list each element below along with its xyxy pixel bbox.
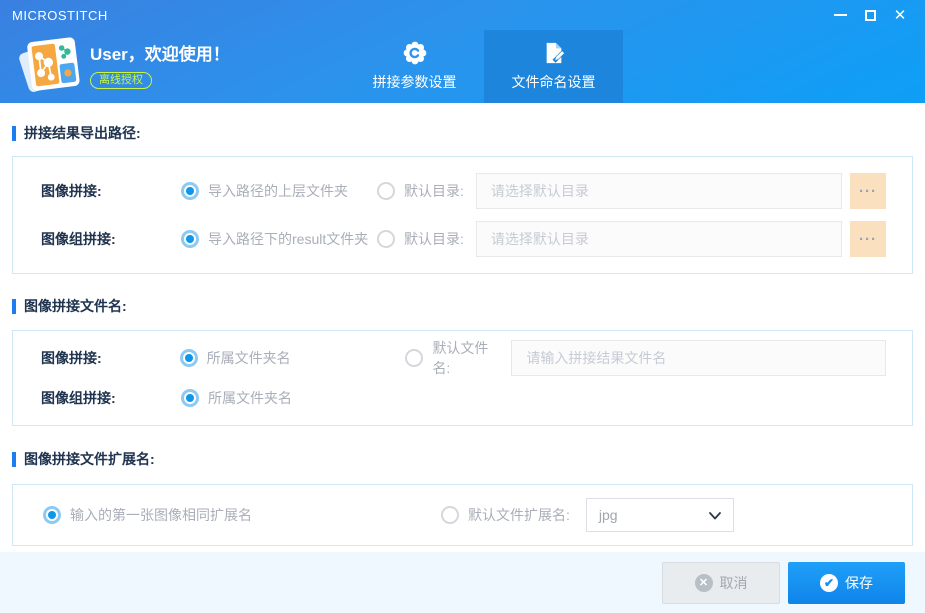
radio-label[interactable]: 所属文件夹名 (208, 388, 292, 408)
titlebar: MICROSTITCH ✕ (0, 0, 925, 30)
radio-default-dir[interactable] (377, 182, 395, 200)
section-title-export-path: 拼接结果导出路径: (12, 123, 913, 143)
option-folder-name: 所属文件夹名 (181, 388, 409, 408)
radio-result-folder[interactable] (181, 230, 199, 248)
cancel-button[interactable]: ✕ 取消 (662, 561, 780, 604)
cancel-x-icon: ✕ (694, 573, 713, 592)
option-default-extension: 默认文件扩展名: jpg (441, 498, 734, 532)
row-image-stitch-name: 图像拼接: 所属文件夹名 默认文件名: (41, 338, 886, 378)
option-upper-folder: 导入路径的上层文件夹 (181, 181, 377, 201)
browse-button[interactable]: ··· (850, 221, 886, 257)
panel-file-name: 图像拼接: 所属文件夹名 默认文件名: 图像组拼接: 所属文件夹名 (12, 330, 913, 426)
radio-label[interactable]: 输入的第一张图像相同扩展名 (70, 505, 252, 525)
save-label: 保存 (845, 574, 873, 591)
chevron-down-icon (708, 507, 721, 523)
window-controls: ✕ (825, 3, 915, 27)
minimize-icon (833, 14, 847, 16)
radio-label[interactable]: 默认文件名: (432, 338, 505, 378)
tab-bar: 拼接参数设置 文件命名设置 (345, 30, 623, 103)
row-label: 图像拼接: (41, 183, 102, 199)
section-title-file-name: 图像拼接文件名: (12, 296, 913, 316)
option-result-folder: 导入路径下的result文件夹 (181, 229, 377, 249)
top-blue-area: MICROSTITCH ✕ User，欢迎使用！ 离线授权 拼接参数设置 文件命… (0, 0, 925, 103)
section-bar (12, 298, 16, 314)
tab-label: 拼接参数设置 (372, 74, 457, 90)
radio-default-name[interactable] (405, 349, 424, 367)
panel-extension: 输入的第一张图像相同扩展名 默认文件扩展名: jpg (12, 484, 913, 546)
app-title: MICROSTITCH (12, 7, 108, 23)
default-name-input[interactable] (511, 340, 886, 376)
section-bar (12, 125, 16, 141)
welcome-text: User，欢迎使用！ (90, 45, 230, 64)
browse-button[interactable]: ··· (850, 173, 886, 209)
option-default-name: 默认文件名: (405, 338, 505, 378)
save-button[interactable]: ✔ 保存 (788, 561, 905, 604)
row-group-stitch-name: 图像组拼接: 所属文件夹名 (41, 378, 886, 418)
radio-label[interactable]: 导入路径的上层文件夹 (208, 181, 348, 201)
gear-icon (403, 41, 427, 65)
section-title-text: 图像拼接文件名: (24, 298, 127, 314)
section-title-text: 图像拼接文件扩展名: (24, 451, 155, 467)
option-same-extension: 输入的第一张图像相同扩展名 (43, 505, 441, 525)
app-window: MICROSTITCH ✕ User，欢迎使用！ 离线授权 拼接参数设置 文件命… (0, 0, 925, 613)
panel-export-path: 图像拼接: 导入路径的上层文件夹 默认目录: ··· 图像组拼接: 导入路径下的… (12, 156, 913, 274)
default-dir-input[interactable] (475, 221, 842, 257)
tab-label: 文件命名设置 (511, 74, 596, 90)
radio-default-dir[interactable] (377, 230, 395, 248)
maximize-button[interactable] (855, 3, 885, 27)
settings-content: 拼接结果导出路径: 图像拼接: 导入路径的上层文件夹 默认目录: ··· 图像组… (0, 123, 925, 546)
radio-folder-name-group[interactable] (181, 389, 199, 407)
radio-default-extension[interactable] (441, 506, 459, 524)
option-default-dir: 默认目录: (377, 229, 464, 249)
section-title-text: 拼接结果导出路径: (24, 125, 141, 141)
maximize-icon (864, 9, 876, 21)
row-image-stitch-path: 图像拼接: 导入路径的上层文件夹 默认目录: ··· (41, 167, 886, 215)
radio-label[interactable]: 导入路径下的result文件夹 (208, 229, 368, 249)
app-logo-icon (19, 37, 80, 92)
header: User，欢迎使用！ 离线授权 拼接参数设置 文件命名设置 (0, 30, 925, 103)
tab-stitch-params[interactable]: 拼接参数设置 (345, 30, 484, 103)
radio-label[interactable]: 默认目录: (404, 229, 464, 249)
option-folder-name: 所属文件夹名 (179, 348, 406, 368)
cancel-label: 取消 (719, 574, 748, 591)
close-button[interactable]: ✕ (885, 3, 915, 27)
section-title-extension: 图像拼接文件扩展名: (12, 449, 913, 469)
radio-same-extension[interactable] (43, 506, 61, 524)
radio-upper-folder[interactable] (181, 182, 199, 200)
minimize-button[interactable] (825, 3, 855, 27)
row-label: 图像拼接: (41, 350, 102, 366)
extension-select-value: jpg (598, 507, 618, 523)
row-label: 图像组拼接: (41, 390, 116, 406)
document-edit-icon (542, 41, 566, 65)
tab-file-naming[interactable]: 文件命名设置 (484, 30, 623, 103)
welcome-block: User，欢迎使用！ 离线授权 (90, 40, 230, 89)
option-default-dir: 默认目录: (377, 181, 464, 201)
radio-folder-name[interactable] (179, 349, 198, 367)
save-check-icon: ✔ (820, 573, 838, 592)
radio-label[interactable]: 默认目录: (404, 181, 464, 201)
section-bar (12, 451, 16, 467)
radio-label[interactable]: 所属文件夹名 (207, 348, 291, 368)
license-badge: 离线授权 (90, 72, 152, 89)
radio-label[interactable]: 默认文件扩展名: (468, 505, 570, 525)
footer-bar: ✕ 取消 ✔ 保存 (0, 552, 925, 613)
row-group-stitch-path: 图像组拼接: 导入路径下的result文件夹 默认目录: ··· (41, 215, 886, 263)
default-dir-input[interactable] (475, 173, 842, 209)
row-label: 图像组拼接: (41, 231, 116, 247)
extension-select[interactable]: jpg (585, 498, 734, 532)
